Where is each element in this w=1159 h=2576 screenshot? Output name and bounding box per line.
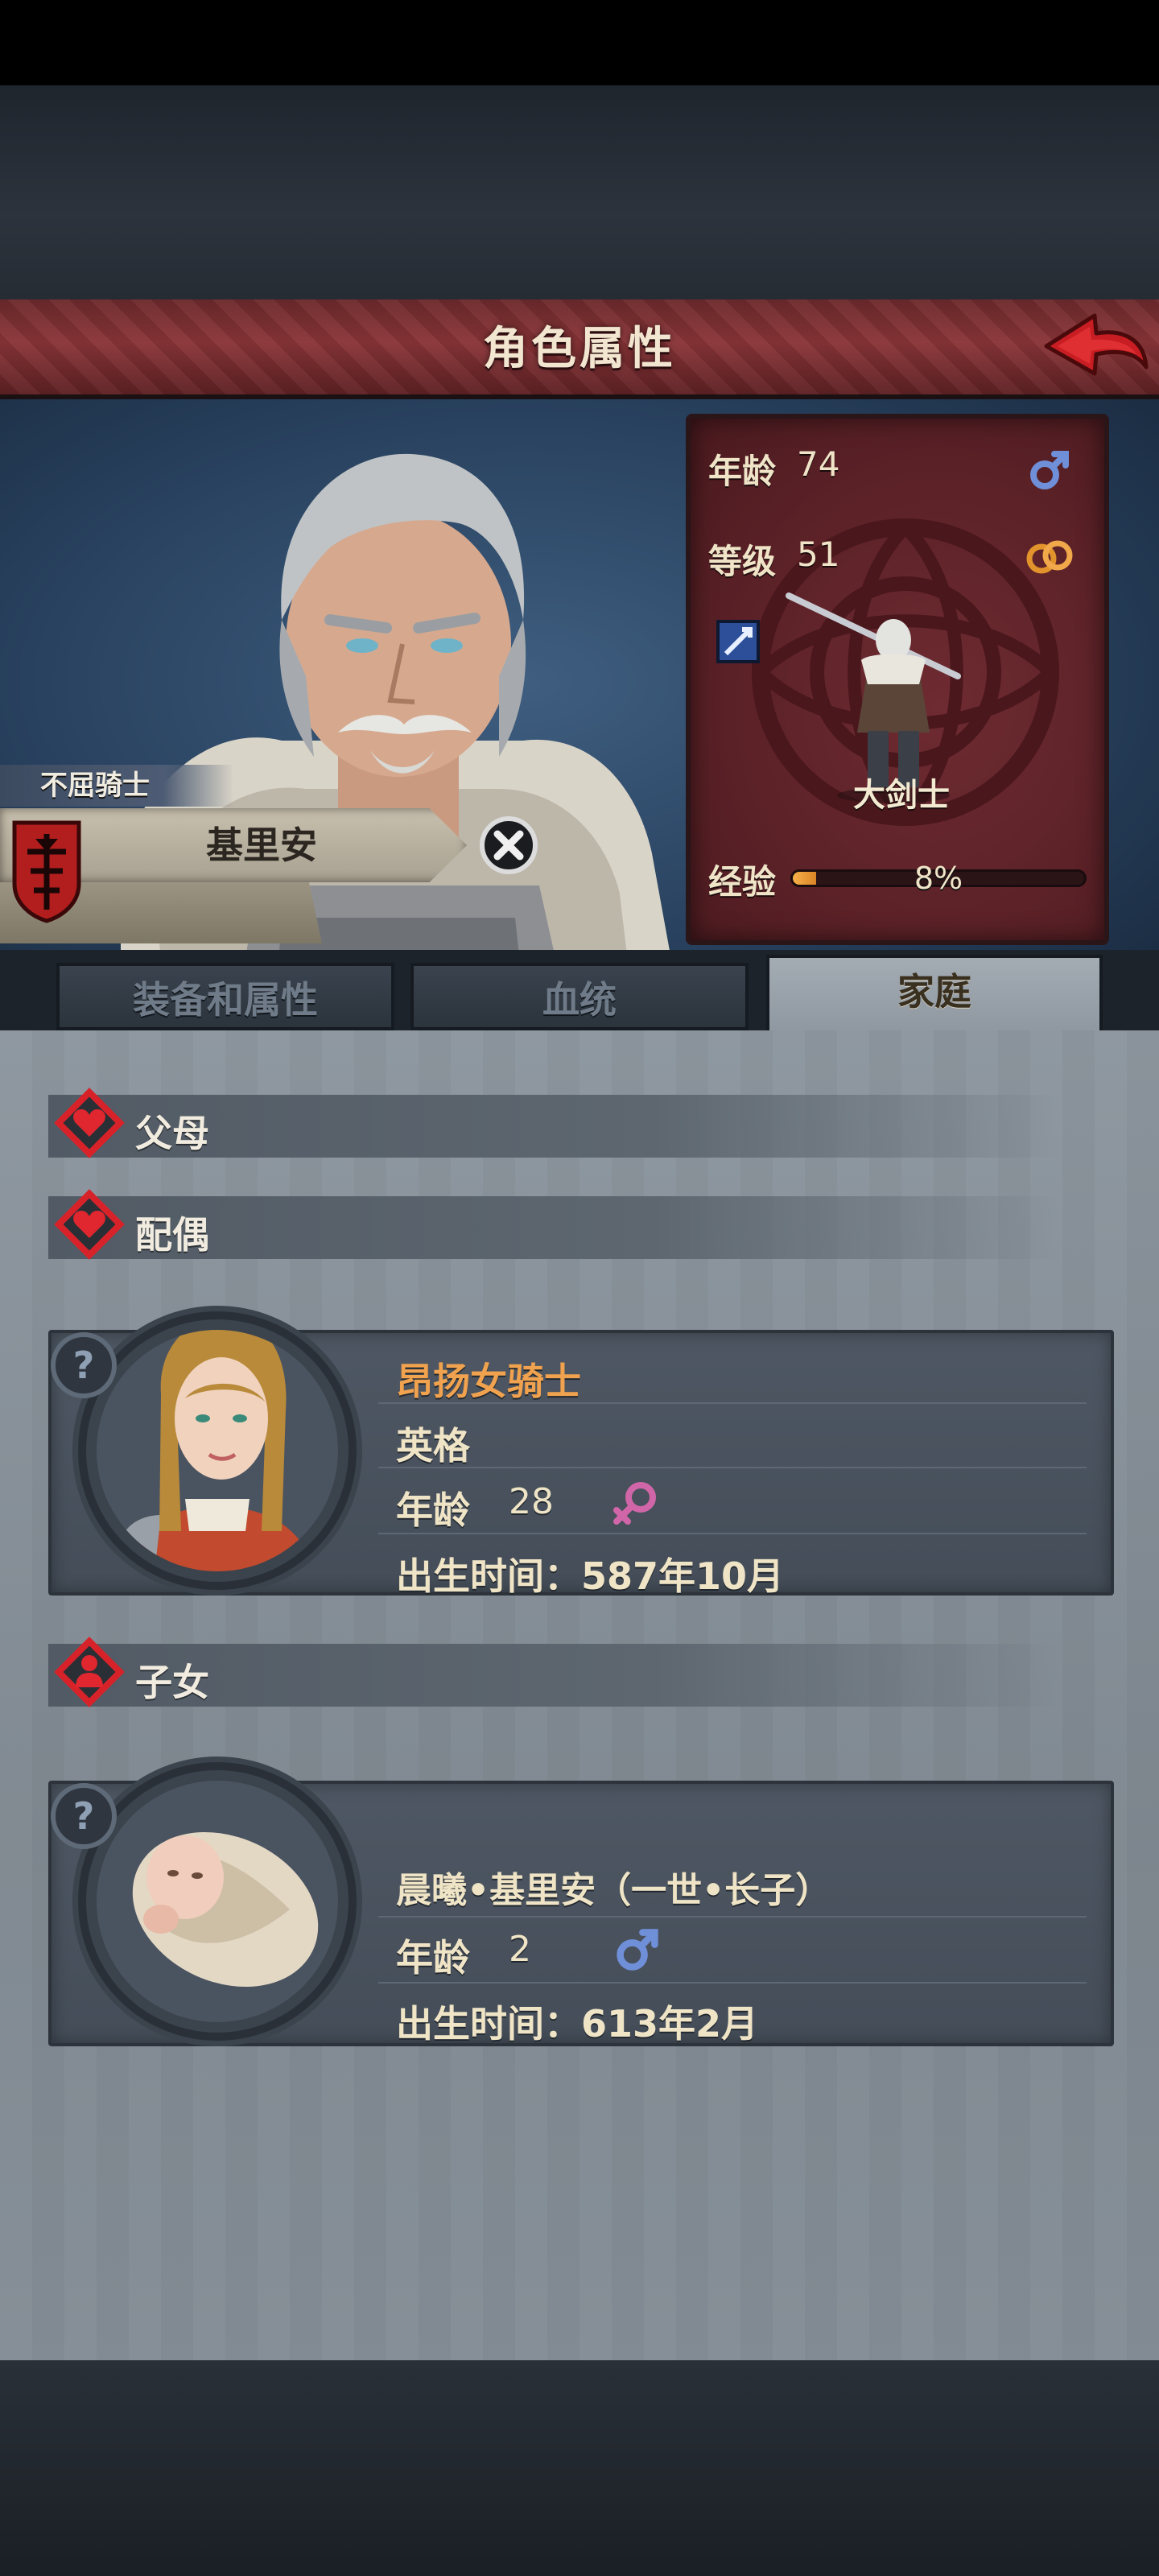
- age-label: 年龄: [708, 452, 777, 491]
- screen: 角色属性 不屈骑士 基里安 年龄 74 等级 51 大剑士 经验 8% 装备和属…: [0, 0, 1159, 2576]
- hero-class-title: 不屈骑士: [40, 770, 150, 802]
- help-icon[interactable]: ?: [48, 1330, 119, 1401]
- spouse-birth: 出生时间：587年10月: [396, 1554, 785, 1598]
- heart-icon: [54, 1088, 125, 1158]
- rings-icon: [1026, 540, 1073, 574]
- level-value: 51: [797, 535, 840, 574]
- level-label: 等级: [708, 542, 777, 581]
- heart-icon: [54, 1189, 125, 1260]
- exp-percent: 8%: [914, 861, 963, 896]
- tab-equipment[interactable]: 装备和属性: [56, 963, 394, 1030]
- close-icon[interactable]: [478, 815, 539, 876]
- bottom-backdrop: [0, 2360, 1159, 2576]
- children-label: 子女: [135, 1661, 209, 1704]
- top-backdrop: [0, 85, 1159, 299]
- child-name: 晨曦•基里安（一世•长子）: [396, 1870, 831, 1911]
- spouse-age-label: 年龄: [396, 1488, 470, 1532]
- job-name: 大剑士: [853, 777, 950, 814]
- svg-text:?: ?: [73, 1344, 95, 1387]
- house-crest-icon: [12, 820, 81, 923]
- hero-name: 基里安: [206, 824, 317, 867]
- spouse-label: 配偶: [135, 1213, 209, 1257]
- divider: [378, 1467, 1087, 1468]
- divider: [378, 1916, 1087, 1918]
- person-icon: [54, 1637, 125, 1707]
- tab-bloodline[interactable]: 血统: [410, 963, 749, 1030]
- spouse-name: 英格: [396, 1424, 470, 1468]
- male-icon: [1030, 451, 1069, 489]
- child-age-value: 2: [509, 1929, 531, 1970]
- help-icon[interactable]: ?: [48, 1781, 119, 1852]
- status-bar-area: [0, 0, 1159, 85]
- spouse-age-value: 28: [509, 1481, 554, 1522]
- title-bar: 角色属性: [0, 299, 1159, 399]
- female-icon: [613, 1482, 656, 1525]
- sword-skill-icon[interactable]: [716, 620, 760, 663]
- divider: [378, 1982, 1087, 1984]
- parents-label: 父母: [135, 1112, 209, 1155]
- svg-text:?: ?: [73, 1794, 95, 1838]
- divider: [378, 1533, 1087, 1534]
- age-value: 74: [797, 444, 840, 484]
- exp-label: 经验: [708, 862, 777, 902]
- back-arrow-icon[interactable]: [1038, 304, 1151, 393]
- tab-family[interactable]: 家庭: [766, 955, 1103, 1035]
- male-icon: [617, 1929, 658, 1971]
- page-title: 角色属性: [483, 323, 676, 375]
- child-birth: 出生时间：613年2月: [396, 2002, 759, 2046]
- spouse-title: 昂扬女骑士: [396, 1360, 581, 1403]
- child-age-label: 年龄: [396, 1936, 470, 1979]
